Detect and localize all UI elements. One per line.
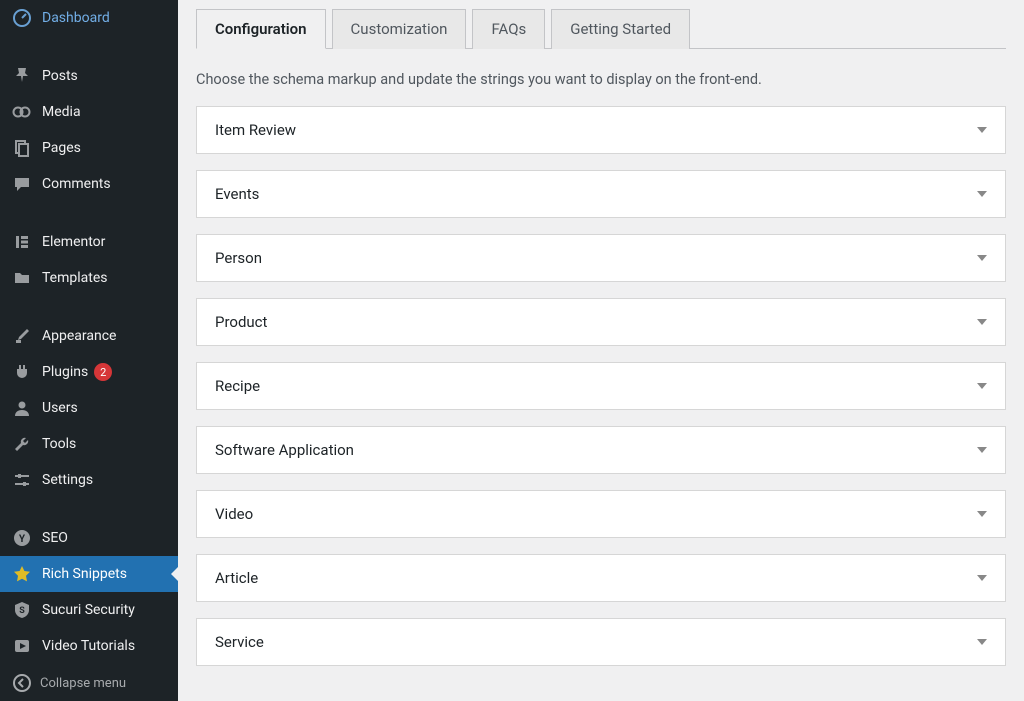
accordion-label: Events [215,185,259,203]
sidebar-item-label: Video Tutorials [42,638,135,654]
sidebar-item-label: Appearance [42,328,116,344]
chevron-down-icon [977,319,987,325]
accordion-recipe[interactable]: Recipe [196,362,1006,410]
svg-text:S: S [19,606,25,616]
plug-icon [12,362,32,382]
user-icon [12,398,32,418]
chevron-down-icon [977,383,987,389]
chevron-down-icon [977,255,987,261]
sidebar-item-dashboard[interactable]: Dashboard [0,0,178,36]
pushpin-icon [12,66,32,86]
sidebar-separator [0,300,178,314]
sidebar-item-settings[interactable]: Settings [0,462,178,498]
sidebar-item-label: SEO [42,530,68,546]
main-content: ConfigurationCustomizationFAQsGetting St… [178,0,1024,701]
sidebar-separator [0,40,178,54]
collapse-icon [12,673,32,693]
chevron-down-icon [977,127,987,133]
sidebar-separator [0,206,178,220]
schema-accordion-list: Item Review Events Person Product Recipe Soft… [196,106,1006,666]
sidebar-item-label: Tools [42,436,76,452]
chevron-down-icon [977,447,987,453]
shield-icon: S [12,600,32,620]
accordion-label: Recipe [215,377,260,395]
accordion-service[interactable]: Service [196,618,1006,666]
tab-configuration[interactable]: Configuration [196,9,326,49]
star-icon [12,564,32,584]
sidebar-item-label: Posts [42,68,78,84]
sliders-icon [12,470,32,490]
tab-faqs[interactable]: FAQs [472,9,545,49]
sidebar-item-label: Templates [42,270,108,286]
accordion-software-application[interactable]: Software Application [196,426,1006,474]
accordion-article[interactable]: Article [196,554,1006,602]
sidebar-item-label: Elementor [42,234,105,250]
sidebar-item-media[interactable]: Media [0,94,178,130]
collapse-menu-button[interactable]: Collapse menu [0,665,178,701]
elementor-icon [12,232,32,252]
sidebar-item-label: Pages [42,140,81,156]
accordion-label: Product [215,313,267,331]
accordion-product[interactable]: Product [196,298,1006,346]
sidebar-item-label: Rich Snippets [42,566,127,582]
accordion-video[interactable]: Video [196,490,1006,538]
accordion-label: Person [215,249,262,267]
sidebar-item-seo[interactable]: Y SEO [0,520,178,556]
seo-icon: Y [12,528,32,548]
sidebar-item-label: Sucuri Security [42,602,135,618]
sidebar-item-label: Plugins [42,364,88,380]
settings-tabs: ConfigurationCustomizationFAQsGetting St… [196,8,1006,49]
sidebar-item-label: Users [42,400,78,416]
accordion-label: Article [215,569,258,587]
accordion-label: Software Application [215,441,354,459]
accordion-events[interactable]: Events [196,170,1006,218]
svg-text:Y: Y [19,534,26,545]
sidebar-item-plugins[interactable]: Plugins 2 [0,354,178,390]
chevron-down-icon [977,191,987,197]
folder-icon [12,268,32,288]
sidebar-item-appearance[interactable]: Appearance [0,318,178,354]
play-icon [12,636,32,656]
update-badge: 2 [94,363,112,381]
pages-icon [12,138,32,158]
sidebar-separator [0,502,178,516]
accordion-label: Service [215,633,264,651]
chevron-down-icon [977,639,987,645]
comment-icon [12,174,32,194]
sidebar-item-elementor[interactable]: Elementor [0,224,178,260]
page-description: Choose the schema markup and update the … [196,71,1006,88]
sidebar-item-tools[interactable]: Tools [0,426,178,462]
tab-customization[interactable]: Customization [332,9,467,49]
sidebar-item-users[interactable]: Users [0,390,178,426]
brush-icon [12,326,32,346]
sidebar-item-posts[interactable]: Posts [0,58,178,94]
sidebar-item-label: Settings [42,472,93,488]
sidebar-item-label: Media [42,104,81,120]
sidebar-item-sucuri-security[interactable]: S Sucuri Security [0,592,178,628]
sidebar-item-rich-snippets[interactable]: Rich Snippets [0,556,178,592]
sidebar-item-label: Dashboard [42,10,110,26]
media-icon [12,102,32,122]
collapse-label: Collapse menu [40,676,126,691]
sidebar-item-comments[interactable]: Comments [0,166,178,202]
sidebar-item-label: Comments [42,176,111,192]
chevron-down-icon [977,511,987,517]
sidebar-item-video-tutorials[interactable]: Video Tutorials [0,628,178,664]
tab-getting-started[interactable]: Getting Started [551,9,690,49]
sidebar-item-templates[interactable]: Templates [0,260,178,296]
sidebar-item-pages[interactable]: Pages [0,130,178,166]
wrench-icon [12,434,32,454]
accordion-item-review[interactable]: Item Review [196,106,1006,154]
chevron-down-icon [977,575,987,581]
accordion-label: Item Review [215,121,296,139]
admin-sidebar: Dashboard Posts Media Pages Comments Elemento… [0,0,178,701]
accordion-person[interactable]: Person [196,234,1006,282]
dashboard-icon [12,8,32,28]
accordion-label: Video [215,505,253,523]
